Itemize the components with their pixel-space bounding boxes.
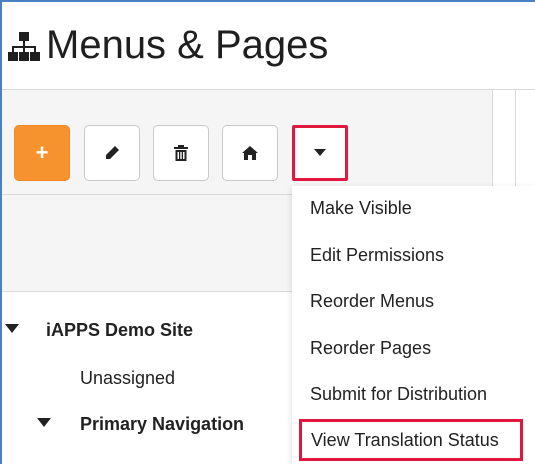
home-button[interactable]	[222, 125, 278, 181]
caret-down-icon	[314, 149, 326, 156]
tree-node-site[interactable]: iAPPS Demo Site	[46, 318, 193, 342]
home-icon	[242, 146, 258, 160]
more-actions-menu: Make Visible Edit Permissions Reorder Me…	[292, 186, 535, 464]
menu-item-make-visible[interactable]: Make Visible	[310, 196, 412, 220]
more-actions-dropdown-button[interactable]	[292, 125, 348, 181]
menu-item-submit-for-distribution[interactable]: Submit for Distribution	[310, 382, 487, 406]
menu-item-reorder-pages[interactable]: Reorder Pages	[310, 336, 431, 360]
plus-icon: +	[35, 140, 49, 165]
delete-button[interactable]	[153, 125, 209, 181]
page-header: Menus & Pages	[2, 2, 535, 90]
pencil-icon	[106, 146, 119, 159]
expand-caret-icon[interactable]	[4, 321, 20, 337]
menu-item-edit-permissions[interactable]: Edit Permissions	[310, 243, 444, 267]
tree-node-unassigned[interactable]: Unassigned	[80, 366, 175, 390]
right-panel-edge	[515, 90, 516, 186]
page-title: Menus & Pages	[46, 23, 329, 67]
add-button[interactable]: +	[14, 125, 70, 181]
menu-item-view-translation-status[interactable]: View Translation Status	[299, 419, 523, 461]
tree-node-primary-navigation[interactable]: Primary Navigation	[80, 412, 244, 436]
edit-button[interactable]	[84, 125, 140, 181]
trash-icon	[174, 145, 188, 161]
sitemap-icon	[8, 32, 40, 61]
menu-item-reorder-menus[interactable]: Reorder Menus	[310, 289, 434, 313]
expand-caret-icon[interactable]	[36, 415, 52, 431]
